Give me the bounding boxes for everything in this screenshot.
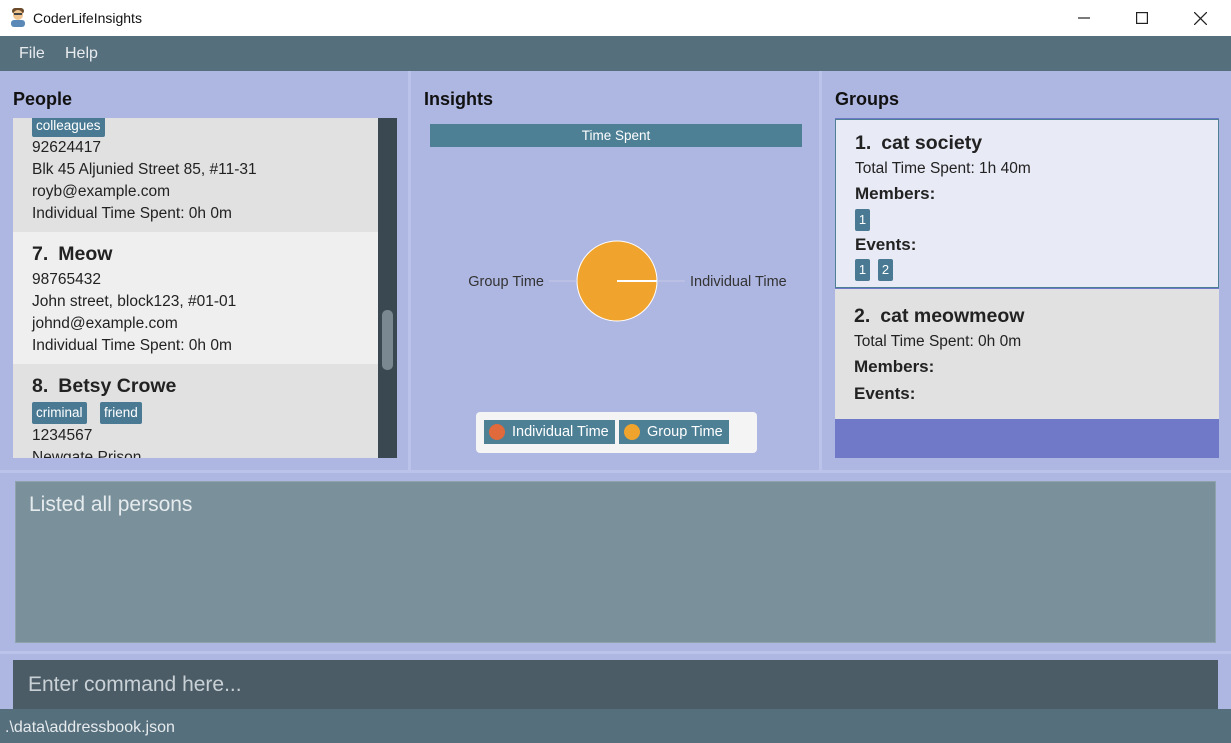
groups-list[interactable]: 1. cat society Total Time Spent: 1h 40m M… xyxy=(835,118,1219,458)
person-name: 7. Meow xyxy=(32,243,112,266)
minimize-icon xyxy=(1078,17,1090,19)
close-button[interactable] xyxy=(1171,0,1229,36)
insights-panel-title: Insights xyxy=(424,89,494,109)
group-time-spent: Total Time Spent: 0h 0m xyxy=(854,333,1022,350)
person-tag: friend xyxy=(100,402,142,424)
panel-divider xyxy=(0,470,1231,473)
person-phone: 1234567 xyxy=(32,427,93,444)
group-index: 1. xyxy=(855,132,872,154)
legend-swatch xyxy=(624,424,640,440)
title-bar: CoderLifeInsights xyxy=(0,0,1231,36)
legend-label: Individual Time xyxy=(512,424,609,440)
legend-swatch xyxy=(489,424,505,440)
group-name: 1. cat society xyxy=(855,132,982,155)
command-input[interactable] xyxy=(13,660,1218,709)
person-email: royb@example.com xyxy=(32,183,171,200)
person-tag: colleagues xyxy=(32,118,105,137)
legend-item-individual-time: Individual Time xyxy=(484,420,615,444)
legend-label: Group Time xyxy=(647,424,723,440)
slice-label: Group Time xyxy=(468,274,544,290)
group-name-text: cat society xyxy=(881,132,983,154)
group-member-tag: 1 xyxy=(855,209,870,231)
group-index: 2. xyxy=(854,305,871,327)
person-address: Newgate Prison xyxy=(32,449,142,458)
groups-panel-title: Groups xyxy=(835,89,900,109)
people-scrollbar[interactable] xyxy=(378,118,397,458)
person-tag: criminal xyxy=(32,402,87,424)
panel-divider xyxy=(408,71,411,471)
group-name: 2. cat meowmeow xyxy=(854,305,1024,328)
group-members-label: Members: xyxy=(855,184,936,203)
group-card[interactable]: 2. cat meowmeow Total Time Spent: 0h 0m M… xyxy=(835,289,1219,419)
group-members-label: Members: xyxy=(854,357,935,376)
person-card[interactable]: 8. Betsy Crowe criminal friend 1234567 Ne… xyxy=(13,364,378,458)
person-name: 8. Betsy Crowe xyxy=(32,375,176,398)
menu-help[interactable]: Help xyxy=(65,45,98,63)
person-index: 8. xyxy=(32,375,49,397)
developer-avatar-icon xyxy=(11,8,25,27)
maximize-button[interactable] xyxy=(1113,0,1171,36)
close-icon xyxy=(1193,11,1207,25)
status-bar: .\data\addressbook.json xyxy=(0,709,1231,743)
person-index: 7. xyxy=(32,243,49,265)
person-address: John street, block123, #01-01 xyxy=(32,293,237,310)
legend-item-group-time: Group Time xyxy=(619,420,729,444)
person-card[interactable]: 7. Meow 98765432 John street, block123, #… xyxy=(13,232,378,364)
person-name-text: Betsy Crowe xyxy=(58,375,177,397)
people-scroll-thumb[interactable] xyxy=(382,310,393,370)
menu-bar: File Help xyxy=(0,36,1231,71)
person-phone: 92624417 xyxy=(32,139,101,156)
person-time-spent: Individual Time Spent: 0h 0m xyxy=(32,205,232,222)
person-card[interactable]: colleagues 92624417 Blk 45 Aljunied Stre… xyxy=(13,118,378,232)
minimize-button[interactable] xyxy=(1055,0,1113,36)
slice-label: Individual Time xyxy=(690,274,787,290)
group-events-label: Events: xyxy=(855,235,917,254)
group-event-tag: 1 xyxy=(855,259,870,281)
chart-title: Time Spent xyxy=(430,124,802,147)
menu-file[interactable]: File xyxy=(19,45,45,63)
person-address: Blk 45 Aljunied Street 85, #11-31 xyxy=(32,161,257,178)
maximize-icon xyxy=(1136,12,1148,24)
people-panel-title: People xyxy=(13,89,73,109)
group-name-text: cat meowmeow xyxy=(880,305,1025,327)
group-card[interactable]: 1. cat society Total Time Spent: 1h 40m M… xyxy=(835,119,1219,288)
group-time-spent: Total Time Spent: 1h 40m xyxy=(855,160,1031,177)
result-text: Listed all persons xyxy=(29,493,193,516)
chart-legend: Individual Time Group Time xyxy=(476,412,757,453)
person-email: johnd@example.com xyxy=(32,315,178,332)
window-title: CoderLifeInsights xyxy=(33,10,142,26)
data-file-path: .\data\addressbook.json xyxy=(5,719,175,736)
person-phone: 98765432 xyxy=(32,271,101,288)
panel-divider xyxy=(0,651,1231,654)
panel-divider xyxy=(819,71,822,471)
result-display[interactable]: Listed all persons xyxy=(15,481,1216,643)
pie-chart: Individual Time Group Time xyxy=(468,240,787,322)
group-event-tag: 2 xyxy=(878,259,893,281)
person-name-text: Meow xyxy=(58,243,113,265)
group-events-label: Events: xyxy=(854,384,916,403)
people-list[interactable]: colleagues 92624417 Blk 45 Aljunied Stre… xyxy=(13,118,397,458)
person-time-spent: Individual Time Spent: 0h 0m xyxy=(32,337,232,354)
